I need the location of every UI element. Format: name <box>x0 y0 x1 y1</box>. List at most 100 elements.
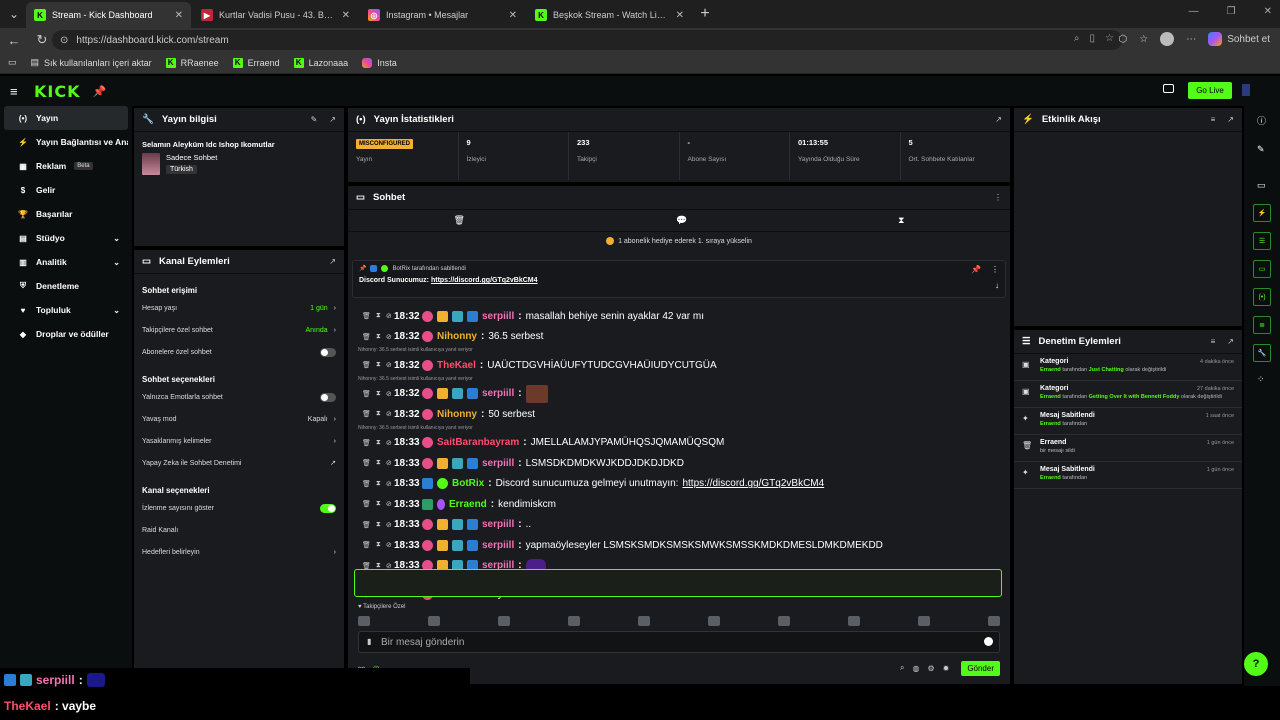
favorites-icon[interactable]: ☆ <box>1139 34 1148 45</box>
ban-icon[interactable]: ⊘ <box>386 459 392 467</box>
user-avatar[interactable] <box>1242 84 1250 96</box>
favorite-star-icon[interactable]: ☆ <box>1105 33 1114 44</box>
chat-input[interactable]: ▮ Bir mesaj gönderin <box>358 631 1000 653</box>
popout-icon[interactable]: ↗ <box>1227 115 1234 124</box>
timeout-icon[interactable]: ⧗ <box>376 459 381 467</box>
browser-tab-4[interactable]: K Beşkok Stream - Watch Live on Ki ✕ <box>527 2 692 28</box>
tab-list-button[interactable]: ⌄ <box>2 2 26 26</box>
close-tab-icon[interactable]: ✕ <box>676 10 684 21</box>
preview-icon[interactable] <box>1163 84 1174 93</box>
bookmark-import[interactable]: ▤ Sık kullanılanları içeri aktar <box>31 57 152 68</box>
delete-icon[interactable]: 🗑 <box>362 439 371 447</box>
emote-thumb[interactable] <box>498 616 510 626</box>
preview-icon[interactable]: ▭ <box>1257 180 1266 191</box>
gift-sub-banner[interactable]: 1 abonelik hediye ederek 1. sıraya yükse… <box>348 232 1010 250</box>
timeout-icon[interactable]: ⧗ <box>376 390 381 398</box>
ban-icon[interactable]: ⊘ <box>386 521 392 529</box>
chat-username[interactable]: SaitBaranbayram <box>437 437 519 448</box>
delete-icon[interactable]: 🗑 <box>362 480 371 488</box>
bookmark-lazonaaa[interactable]: K Lazonaaa <box>293 57 348 68</box>
slow-mode-row[interactable]: Yavaş mod Kapalı › <box>134 408 344 430</box>
ban-icon[interactable]: ⊘ <box>386 410 392 418</box>
emote-thumb[interactable] <box>358 616 370 626</box>
close-tab-icon[interactable]: ✕ <box>509 10 517 21</box>
emote-thumb[interactable] <box>568 616 580 626</box>
timeout-icon[interactable]: ⧗ <box>376 410 381 418</box>
timeout-icon[interactable]: ⧗ <box>376 312 381 320</box>
pinned-link[interactable]: https://discord.gg/GTq2vBkCM4 <box>431 277 538 284</box>
close-window-icon[interactable]: ✕ <box>1264 6 1272 17</box>
delete-icon[interactable]: 🗑 <box>362 500 371 508</box>
menu-icon[interactable]: ≡ <box>10 84 28 99</box>
rail-wrench-button[interactable]: 🔧 <box>1253 344 1271 362</box>
filter-icon[interactable]: ≡ <box>1211 337 1216 346</box>
go-live-button[interactable]: Go Live <box>1188 82 1232 99</box>
popout-icon[interactable]: ↗ <box>995 115 1002 124</box>
browser-tab-2[interactable]: ▶ Kurtlar Vadisi Pusu - 43. Bölüm FU ✕ <box>193 2 358 28</box>
chat-username[interactable]: serpiill <box>482 388 514 399</box>
unpin-icon[interactable]: 📌 <box>971 265 981 274</box>
rail-list-button[interactable]: ☰ <box>1253 232 1271 250</box>
gear-icon[interactable]: ⚙ <box>927 664 934 673</box>
ai-moderation-row[interactable]: Yapay Zeka ile Sohbet Denetimi ↗ <box>134 452 344 474</box>
chat-bubble-icon[interactable]: ◍ <box>912 664 919 673</box>
chat-message[interactable]: 🗑 ⧗ ⊘ 18:33 serpiill: LSMSDKDMDKWJKDDJDKDJDKD <box>348 453 1010 474</box>
sidebar-item-revenue[interactable]: $ Gelir <box>4 178 128 202</box>
bookmark-insta[interactable]: Insta <box>362 57 397 68</box>
more-options-icon[interactable]: ⋮ <box>991 265 999 274</box>
bookmark-erraend[interactable]: K Erraend <box>232 57 280 68</box>
sidebar-item-moderation[interactable]: ⛨ Denetleme <box>4 274 128 298</box>
expand-pinned-icon[interactable]: ↓ <box>995 281 999 290</box>
popout-icon[interactable]: ↗ <box>329 115 336 124</box>
delete-icon[interactable]: 🗑 <box>362 459 371 467</box>
sidebar-item-stream[interactable]: (•) Yayın <box>4 106 128 130</box>
ban-icon[interactable]: ⊘ <box>386 333 392 341</box>
reader-icon[interactable]: ▯ <box>1090 33 1096 44</box>
chat-message[interactable]: 🗑 ⧗ ⊘ 18:33 serpiill:.. <box>348 515 1010 536</box>
bookmark-rraenee[interactable]: K RRaenee <box>165 57 219 68</box>
ban-icon[interactable]: ⊘ <box>386 390 392 398</box>
emote-thumb[interactable] <box>988 616 1000 626</box>
timeout-icon[interactable]: ⧗ <box>376 521 381 529</box>
maximize-icon[interactable]: ❐ <box>1227 6 1236 17</box>
timer-tab-icon[interactable]: ⧗ <box>898 215 904 226</box>
pencil-icon[interactable]: ✎ <box>1257 144 1265 155</box>
timeout-icon[interactable]: ⧗ <box>376 439 381 447</box>
delete-icon[interactable]: 🗑 <box>362 333 371 341</box>
send-button[interactable]: Gönder <box>961 660 1000 676</box>
search-icon[interactable]: ⌕ <box>900 663 904 673</box>
emote-thumb[interactable] <box>848 616 860 626</box>
rail-broadcast-button[interactable]: (•) <box>1253 288 1271 306</box>
rail-chat-button[interactable]: ▭ <box>1253 260 1271 278</box>
chat-username[interactable]: serpiill <box>482 519 514 530</box>
delete-icon[interactable]: 🗑 <box>362 541 371 549</box>
kick-logo[interactable]: KICK <box>34 82 81 101</box>
trash-tab-icon[interactable]: 🗑 <box>454 215 465 226</box>
sidebar-item-ads[interactable]: ▦ Reklam Beta <box>4 154 128 178</box>
timeout-icon[interactable]: ⧗ <box>376 480 381 488</box>
sidebar-item-achievements[interactable]: 🏆 Başarılar <box>4 202 128 226</box>
chat-username[interactable]: Nihonny <box>437 331 477 342</box>
edit-icon[interactable]: ✎ <box>311 115 318 124</box>
more-menu-icon[interactable]: ⋯ <box>1186 34 1196 45</box>
ban-icon[interactable]: ⊘ <box>386 480 392 488</box>
account-age-row[interactable]: Hesap yaşı 1 gün › <box>134 297 344 319</box>
ban-icon[interactable]: ⊘ <box>386 312 392 320</box>
timeout-icon[interactable]: ⧗ <box>376 333 381 341</box>
chat-username[interactable]: serpiill <box>482 311 514 322</box>
delete-icon[interactable]: 🗑 <box>362 312 371 320</box>
message-link[interactable]: https://discord.gg/GTq2vBkCM4 <box>682 478 824 489</box>
copilot-button[interactable]: Sohbet et <box>1208 32 1270 46</box>
chat-message[interactable]: 🗑 ⧗ ⊘ 18:33 BotRix: Discord sunucumuza gelmey… <box>348 474 1010 495</box>
rail-bolt-button[interactable]: ⚡ <box>1253 204 1271 222</box>
url-field[interactable]: ⊙ https://dashboard.kick.com/stream ⌕ ▯ … <box>52 30 1122 50</box>
delete-icon[interactable]: 🗑 <box>362 390 371 398</box>
chat-message[interactable]: 🗑 ⧗ ⊘ 18:33 serpiill: yapmaöyleseyler LSMSKSM… <box>348 535 1010 556</box>
show-viewers-toggle[interactable] <box>320 503 336 513</box>
add-widget-icon[interactable]: ⁘ <box>1257 374 1265 385</box>
chat-message[interactable]: Nihonny: 36.5 serbest isimli kullanıcıya… <box>348 376 1010 405</box>
sidebar-item-community[interactable]: ♥ Topluluk ⌄ <box>4 298 128 322</box>
delete-icon[interactable]: 🗑 <box>362 361 371 369</box>
minimize-icon[interactable]: — <box>1189 6 1199 17</box>
mod-gear-icon[interactable]: ✹ <box>943 664 950 673</box>
